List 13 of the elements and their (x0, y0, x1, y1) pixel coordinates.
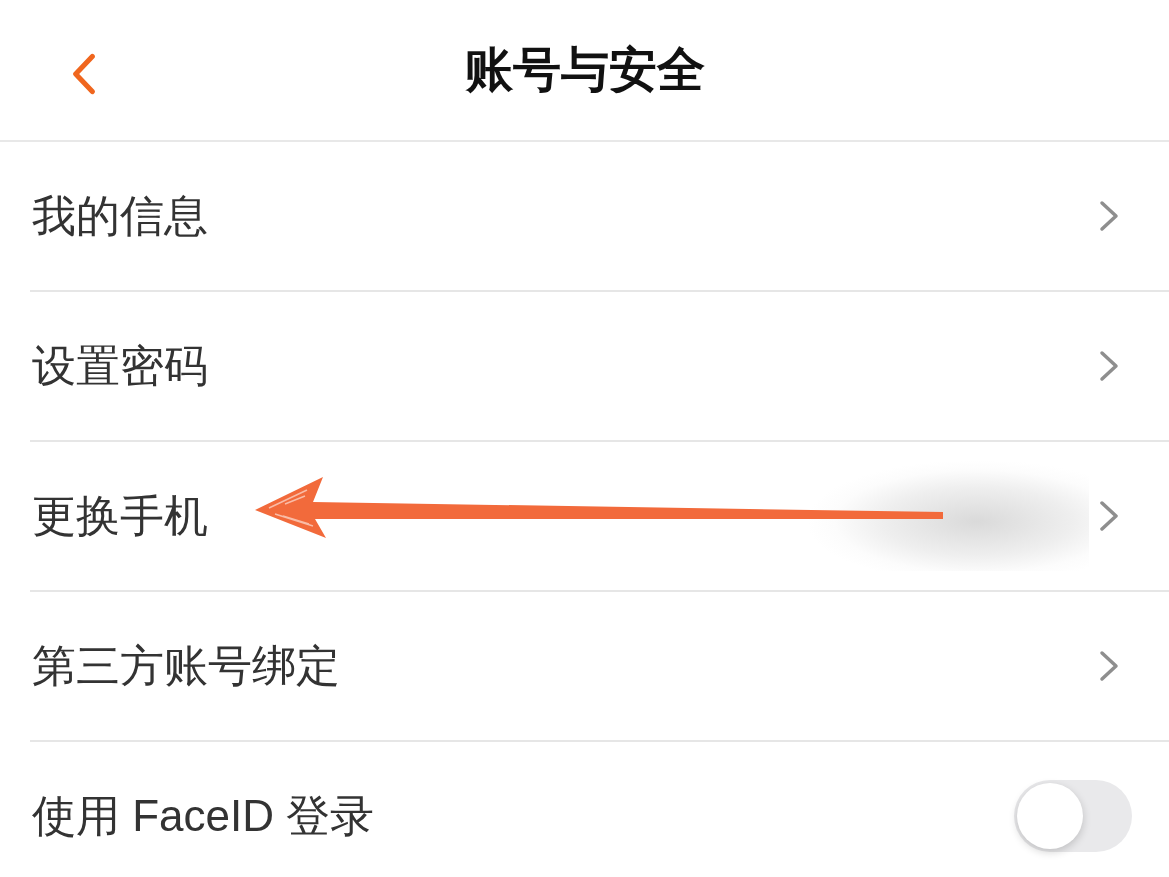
chevron-right-icon (1099, 200, 1119, 232)
menu-item[interactable]: 第三方账号绑定 (30, 592, 1169, 742)
back-button[interactable] (70, 52, 98, 96)
chevron-right-icon (1099, 500, 1119, 532)
chevron-right-icon (1099, 650, 1119, 682)
back-icon (72, 53, 96, 95)
menu-item[interactable]: 设置密码 (30, 292, 1169, 442)
toggle-switch[interactable] (1014, 780, 1132, 852)
menu-item[interactable]: 我的信息 (30, 142, 1169, 292)
row-label: 使用 FaceID 登录 (32, 789, 375, 842)
menu-item[interactable]: 更换手机 (30, 442, 1169, 592)
page-title: 账号与安全 (464, 42, 705, 99)
chevron-right-icon (1099, 350, 1119, 382)
